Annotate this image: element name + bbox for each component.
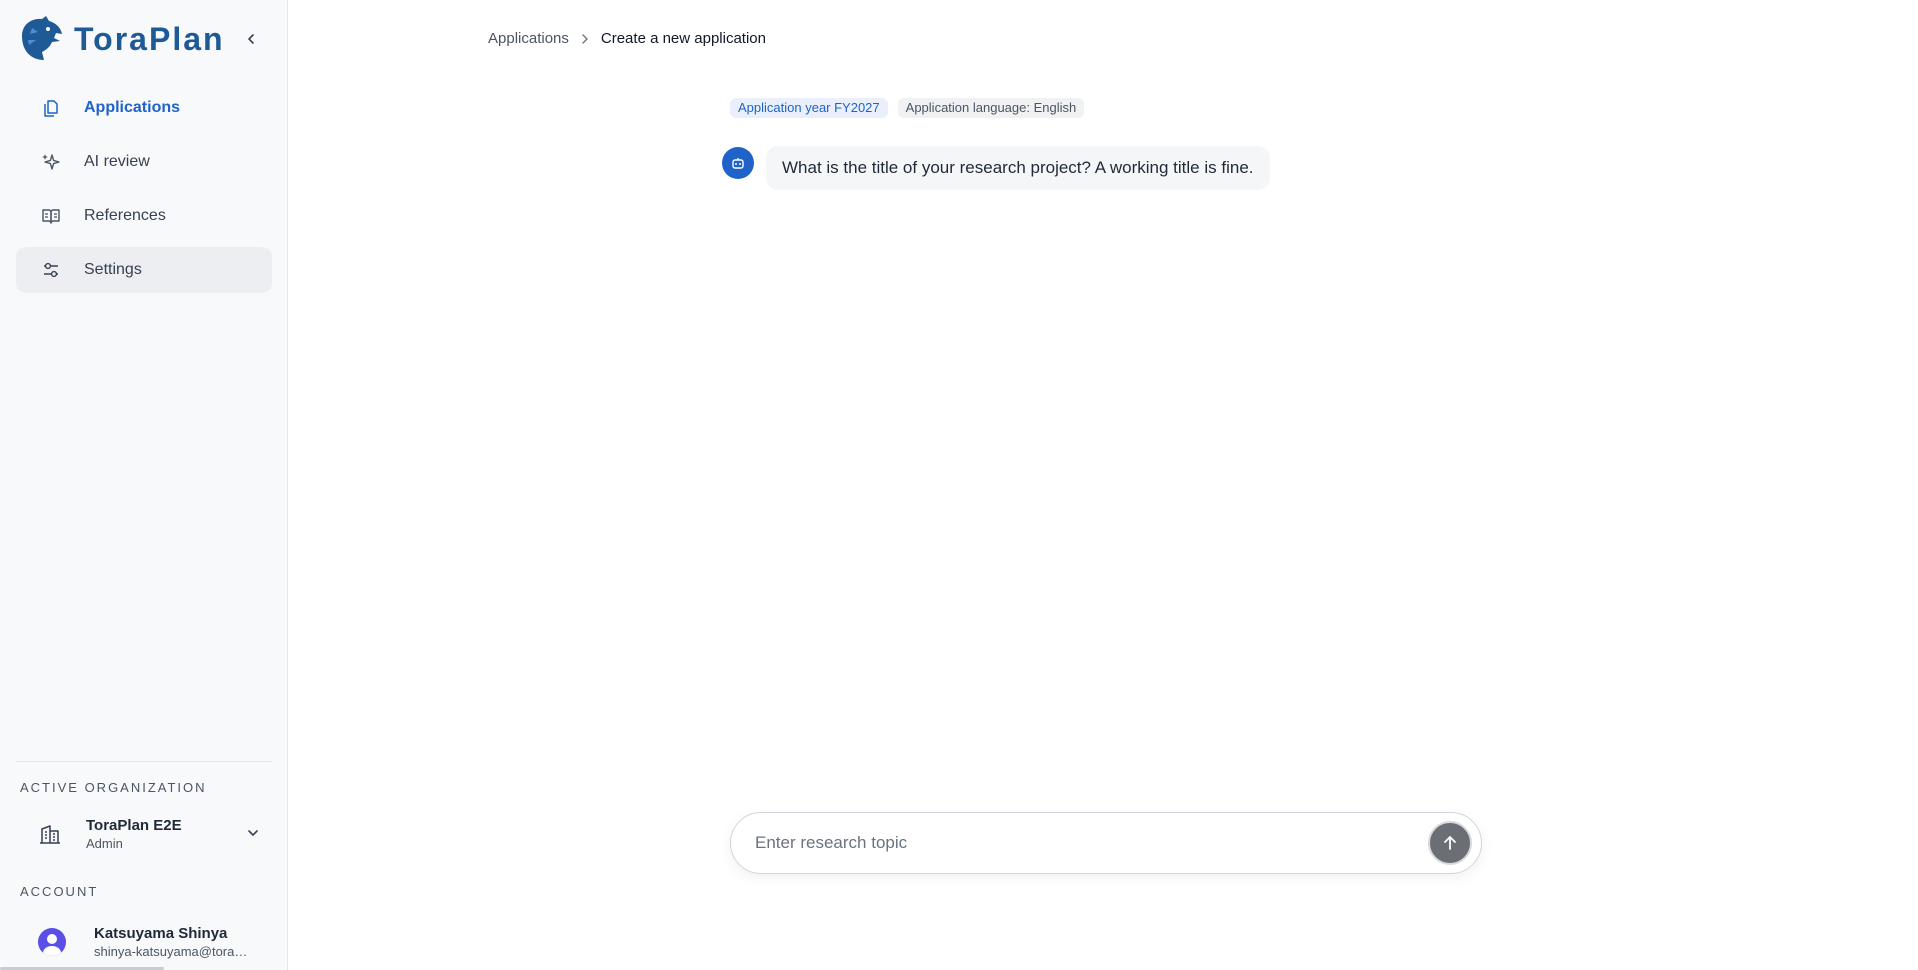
organization-name: ToraPlan E2E — [86, 817, 182, 834]
tiger-logo-icon — [22, 16, 62, 60]
organization-switcher[interactable]: ToraPlan E2E Admin — [20, 812, 260, 856]
chat-composer — [730, 812, 1482, 874]
sidebar-item-label: Settings — [84, 261, 142, 278]
breadcrumb-current: Create a new application — [600, 30, 766, 47]
sidebar-item-label: AI review — [84, 153, 150, 170]
research-topic-input[interactable] — [755, 833, 1428, 853]
chevron-left-icon — [248, 34, 254, 44]
account-email: shinya-katsuyama@torap… — [94, 944, 254, 959]
logo[interactable]: ToraPlan — [16, 14, 225, 64]
sidebar-item-label: Applications — [84, 99, 181, 116]
documents-icon — [40, 97, 62, 119]
app-root: ToraPlan Applications AI review Referenc… — [0, 0, 1918, 970]
arrow-up-icon — [1444, 836, 1456, 850]
organization-info: ToraPlan E2E Admin — [86, 817, 182, 851]
sidebar-item-applications[interactable]: Applications — [16, 85, 272, 131]
account-label: ACCOUNT — [20, 884, 99, 899]
app-name: ToraPlan — [74, 20, 225, 57]
avatar — [38, 928, 66, 956]
bot-avatar — [722, 147, 754, 179]
active-organization-label: ACTIVE ORGANIZATION — [20, 780, 207, 795]
chevron-down-icon — [248, 830, 258, 836]
account-menu[interactable]: Katsuyama Shinya shinya-katsuyama@torap… — [20, 920, 260, 964]
sliders-icon — [40, 259, 62, 281]
sparkles-icon — [40, 151, 62, 173]
organization-role: Admin — [86, 836, 123, 851]
sidebar-item-label: References — [84, 207, 166, 224]
breadcrumb-applications-link[interactable]: Applications — [488, 30, 569, 47]
sidebar-item-settings[interactable]: Settings — [16, 247, 272, 293]
application-tags: Application year FY2027 Application lang… — [730, 98, 1094, 118]
building-icon — [40, 825, 60, 844]
main-content: Applications Create a new application Ap… — [288, 0, 1918, 970]
sidebar-item-references[interactable]: References — [16, 193, 272, 239]
chevron-right-icon — [579, 33, 591, 45]
book-open-icon — [40, 205, 62, 227]
sidebar-divider — [16, 761, 272, 762]
robot-icon — [732, 158, 744, 169]
application-year-badge: Application year FY2027 — [730, 98, 888, 118]
assistant-message: What is the title of your research proje… — [722, 146, 1270, 190]
sidebar-nav: Applications AI review References Settin… — [16, 85, 272, 301]
account-name: Katsuyama Shinya — [94, 925, 228, 942]
application-language-badge: Application language: English — [897, 98, 1085, 118]
sidebar-item-ai-review[interactable]: AI review — [16, 139, 272, 185]
account-info: Katsuyama Shinya shinya-katsuyama@torap… — [94, 925, 254, 959]
sidebar: ToraPlan Applications AI review Referenc… — [0, 0, 288, 970]
collapse-sidebar-button[interactable] — [240, 28, 262, 50]
send-button[interactable] — [1428, 821, 1472, 865]
breadcrumb: Applications Create a new application — [488, 30, 766, 47]
message-bubble: What is the title of your research proje… — [766, 146, 1270, 190]
